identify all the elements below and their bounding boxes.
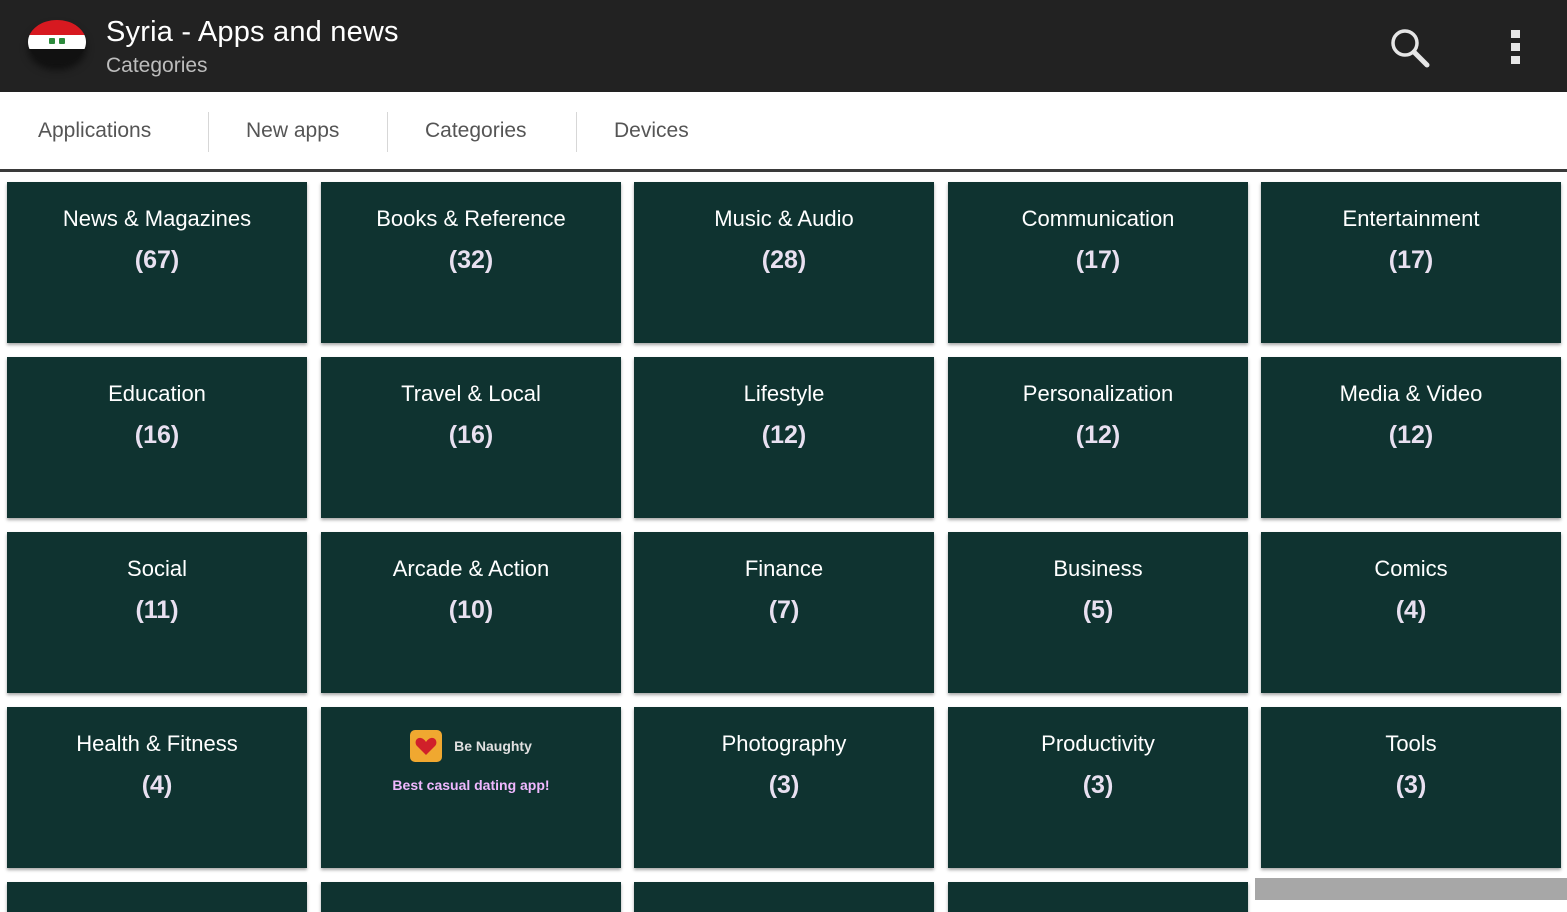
category-count: (4) <box>141 771 173 799</box>
category-name: Productivity <box>1041 731 1155 756</box>
ad-header: Be Naughty <box>321 730 621 762</box>
category-count: (11) <box>135 596 179 624</box>
ad-tile[interactable]: Be Naughty Best casual dating app! <box>321 707 621 868</box>
more-vert-icon <box>1511 30 1520 64</box>
category-tile-entertainment[interactable]: Entertainment (17) <box>1261 182 1561 343</box>
category-name: Personalization <box>1022 381 1174 406</box>
category-count: (12) <box>1388 421 1434 449</box>
category-tile-arcade-action[interactable]: Arcade & Action (10) <box>321 532 621 693</box>
tab-new-apps[interactable]: New apps <box>246 92 339 170</box>
category-count: (67) <box>134 246 180 274</box>
category-tile-music-audio[interactable]: Music & Audio (28) <box>634 182 934 343</box>
heart-icon <box>410 730 443 762</box>
category-name: Comics <box>1374 556 1448 581</box>
category-name: Health & Fitness <box>76 731 238 756</box>
category-count: (5) <box>1082 596 1114 624</box>
overflow-menu-button[interactable] <box>1500 26 1532 68</box>
category-name: Tools <box>1385 731 1437 756</box>
syria-flag-icon[interactable] <box>28 20 86 64</box>
category-count: (3) <box>1082 771 1114 799</box>
app-subtitle: Categories <box>106 54 208 77</box>
category-count: (28) <box>761 246 807 274</box>
tab-categories[interactable]: Categories <box>425 92 527 170</box>
category-tile-partial[interactable] <box>7 882 307 912</box>
category-tile-media-video[interactable]: Media & Video (12) <box>1261 357 1561 518</box>
category-tile-partial[interactable] <box>634 882 934 912</box>
category-tile-productivity[interactable]: Productivity (3) <box>948 707 1248 868</box>
category-tile-partial[interactable] <box>321 882 621 912</box>
category-tile-partial-selected[interactable] <box>1255 878 1567 900</box>
category-tile-lifestyle[interactable]: Lifestyle (12) <box>634 357 934 518</box>
category-grid: News & Magazines (67) Books & Reference … <box>0 175 1567 912</box>
category-count: (10) <box>448 596 494 624</box>
category-tile-health-fitness[interactable]: Health & Fitness (4) <box>7 707 307 868</box>
category-tile-business[interactable]: Business (5) <box>948 532 1248 693</box>
category-count: (16) <box>134 421 180 449</box>
tab-divider <box>387 112 388 152</box>
category-count: (12) <box>761 421 807 449</box>
category-count: (17) <box>1075 246 1121 274</box>
category-tile-finance[interactable]: Finance (7) <box>634 532 934 693</box>
category-name: Photography <box>721 731 847 756</box>
category-tile-photography[interactable]: Photography (3) <box>634 707 934 868</box>
category-name: Social <box>127 556 187 581</box>
category-count: (12) <box>1075 421 1121 449</box>
tab-divider <box>576 112 577 152</box>
tab-applications[interactable]: Applications <box>38 92 151 170</box>
category-name: Finance <box>744 556 824 581</box>
ad-app-name: Be Naughty <box>454 738 532 754</box>
category-name: Travel & Local <box>401 381 541 406</box>
tab-devices[interactable]: Devices <box>614 92 689 170</box>
category-count: (17) <box>1388 246 1434 274</box>
category-tile-news-magazines[interactable]: News & Magazines (67) <box>7 182 307 343</box>
tab-divider <box>208 112 209 152</box>
category-tile-social[interactable]: Social (11) <box>7 532 307 693</box>
category-name: Entertainment <box>1342 206 1480 231</box>
app-title: Syria - Apps and news <box>106 16 399 48</box>
ad-tagline: Best casual dating app! <box>392 777 550 793</box>
category-tile-books-reference[interactable]: Books & Reference (32) <box>321 182 621 343</box>
category-tile-travel-local[interactable]: Travel & Local (16) <box>321 357 621 518</box>
category-name: Business <box>1053 556 1143 581</box>
category-name: News & Magazines <box>62 206 252 231</box>
category-tile-education[interactable]: Education (16) <box>7 357 307 518</box>
category-count: (7) <box>768 596 800 624</box>
search-button[interactable] <box>1388 26 1432 68</box>
category-tile-personalization[interactable]: Personalization (12) <box>948 357 1248 518</box>
category-name: Music & Audio <box>714 206 854 231</box>
category-tile-partial[interactable] <box>948 882 1248 912</box>
category-tile-communication[interactable]: Communication (17) <box>948 182 1248 343</box>
category-tile-comics[interactable]: Comics (4) <box>1261 532 1561 693</box>
tab-bar: Applications New apps Categories Devices <box>0 92 1567 172</box>
app-bar: Syria - Apps and news Categories <box>0 0 1567 92</box>
category-name: Communication <box>1021 206 1175 231</box>
category-count: (32) <box>448 246 494 274</box>
category-name: Arcade & Action <box>392 556 550 581</box>
category-count: (3) <box>768 771 800 799</box>
category-name: Media & Video <box>1339 381 1483 406</box>
category-tile-tools[interactable]: Tools (3) <box>1261 707 1561 868</box>
category-name: Education <box>108 381 206 406</box>
category-count: (16) <box>448 421 494 449</box>
category-name: Lifestyle <box>743 381 825 406</box>
search-icon <box>1391 29 1430 68</box>
category-name: Books & Reference <box>376 206 566 231</box>
category-count: (4) <box>1395 596 1427 624</box>
category-count: (3) <box>1395 771 1427 799</box>
